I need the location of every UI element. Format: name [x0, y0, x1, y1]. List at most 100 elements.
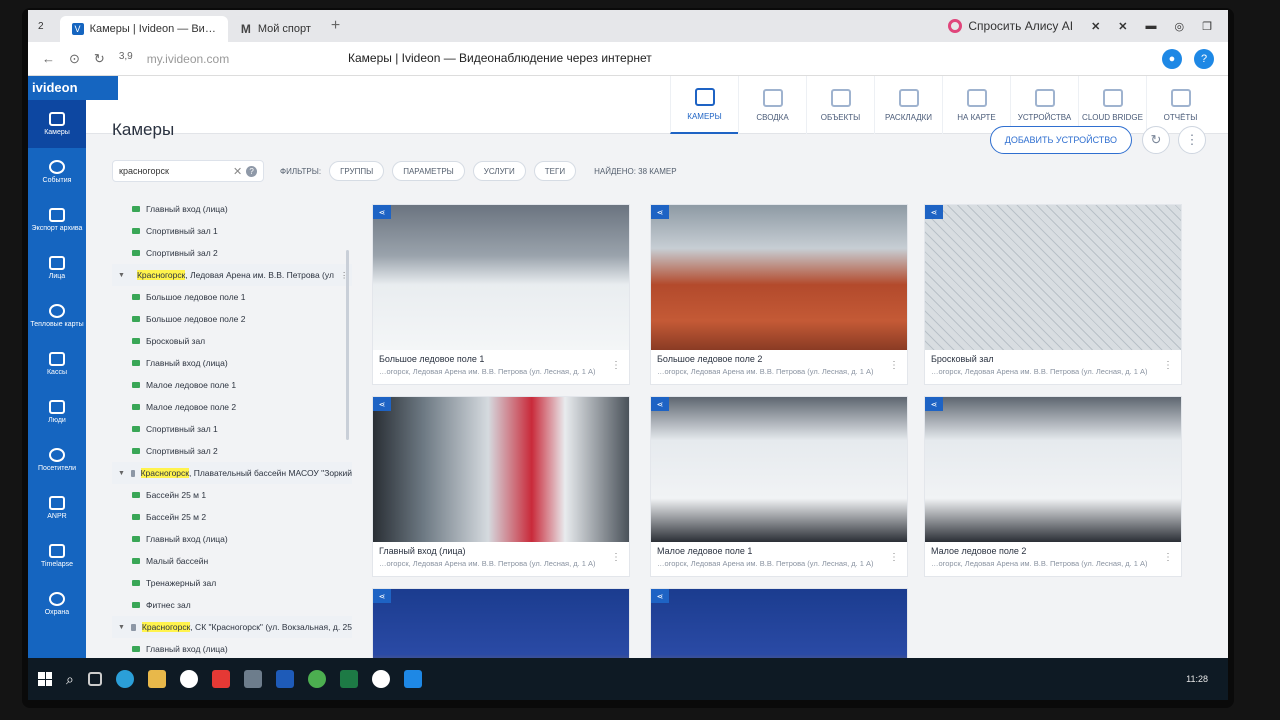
tree-camera-item[interactable]: Спортивный зал 1 — [112, 220, 352, 242]
tree-camera-item[interactable]: Малое ледовое поле 1 — [112, 374, 352, 396]
camera-card[interactable]: ⋖ Большое ледовое поле 1 …огорск, Ледовая … — [372, 204, 630, 385]
camera-thumbnail[interactable]: ⋖ — [925, 397, 1181, 542]
extension-icon[interactable]: ✕ — [1118, 20, 1127, 33]
tab-3[interactable]: ОБЪЕКТЫ — [806, 76, 874, 134]
camera-thumbnail[interactable]: ⋖ — [925, 205, 1181, 350]
alice-button[interactable]: Спросить Алису AI — [948, 19, 1073, 33]
restore-icon[interactable]: ❐ — [1202, 20, 1212, 33]
search-icon[interactable]: ⌕ — [66, 671, 74, 688]
share-icon[interactable]: ⋖ — [373, 589, 391, 603]
tab-count[interactable]: 2 — [38, 21, 44, 32]
tree-folder[interactable]: ▼ Красногорск, Ледовая Арена им. В.В. Пет… — [112, 264, 352, 286]
tree-camera-item[interactable]: Тренажерный зал — [112, 572, 352, 594]
more-icon[interactable]: ⋮ — [1163, 552, 1173, 563]
tab-1[interactable]: КАМЕРЫ — [670, 76, 738, 134]
tree-camera-item[interactable]: Малое ледовое поле 2 — [112, 396, 352, 418]
search-input[interactable] — [119, 166, 229, 176]
word-icon[interactable] — [275, 670, 294, 688]
rail-item-1[interactable]: Камеры — [28, 100, 86, 148]
chrome-icon[interactable] — [307, 670, 326, 688]
extension-icon[interactable]: ✕ — [1091, 20, 1100, 33]
settings-icon[interactable]: ◎ — [1175, 20, 1185, 33]
camera-thumbnail[interactable]: ⋖ — [373, 205, 629, 350]
yandex-browser-icon[interactable] — [371, 670, 390, 688]
rail-item-5[interactable]: Тепловые карты — [28, 292, 86, 340]
chevron-down-icon[interactable]: ▼ — [118, 470, 125, 477]
rating-badge[interactable]: 3,9 — [119, 51, 133, 67]
share-icon[interactable]: ⋖ — [651, 205, 669, 219]
rail-item-8[interactable]: Посетители — [28, 436, 86, 484]
tree-camera-item[interactable]: Спортивный зал 2 — [112, 242, 352, 264]
camera-card[interactable]: ⋖ Малое ледовое поле 1 …огорск, Ледовая Ар… — [650, 396, 908, 577]
filter-chip-params[interactable]: ПАРАМЕТРЫ — [392, 161, 465, 181]
camera-thumbnail[interactable]: ⋖ — [651, 397, 907, 542]
tree-camera-item[interactable]: Фитнес зал — [112, 594, 352, 616]
tree-camera-item[interactable]: Главный вход (лица) — [112, 198, 352, 220]
filter-chip-tags[interactable]: ТЕГИ — [533, 161, 577, 181]
filter-chip-services[interactable]: УСЛУГИ — [472, 161, 526, 181]
new-tab-button[interactable]: + — [331, 17, 340, 35]
app-icon[interactable] — [243, 670, 262, 688]
yandex-browser-icon[interactable] — [179, 670, 198, 688]
ivideon-app-icon[interactable] — [403, 670, 422, 688]
tree-folder[interactable]: ▼ Красногорск, Плавательный бассейн МАСОУ… — [112, 462, 352, 484]
tree-scrollbar[interactable] — [346, 250, 349, 440]
tree-camera-item[interactable]: Спортивный зал 1 — [112, 418, 352, 440]
more-icon[interactable]: ⋮ — [1178, 126, 1206, 154]
more-icon[interactable]: ⋮ — [611, 552, 621, 563]
tree-camera-item[interactable]: Бассейн 25 м 2 — [112, 506, 352, 528]
share-icon[interactable]: ⋖ — [373, 397, 391, 411]
tree-camera-item[interactable]: Главный вход (лица) — [112, 352, 352, 374]
task-view-icon[interactable] — [87, 672, 102, 686]
camera-thumbnail[interactable]: ⋖ — [373, 397, 629, 542]
camera-thumbnail[interactable]: ⋖ — [651, 205, 907, 350]
more-icon[interactable]: ⋮ — [889, 360, 899, 371]
camera-card[interactable]: ⋖ Большое ледовое поле 2 …огорск, Ледовая … — [650, 204, 908, 385]
tree-camera-item[interactable]: Малый бассейн — [112, 550, 352, 572]
tree-camera-item[interactable]: Бросковый зал — [112, 330, 352, 352]
tree-camera-item[interactable]: Главный вход (лица) — [112, 638, 352, 660]
help-button[interactable]: ? — [1194, 48, 1214, 69]
more-icon[interactable]: ⋮ — [1163, 360, 1173, 371]
share-icon[interactable]: ⋖ — [373, 205, 391, 219]
share-icon[interactable]: ⋖ — [651, 589, 669, 603]
share-icon[interactable]: ⋖ — [651, 397, 669, 411]
camera-card[interactable]: ⋖ Малое ледовое поле 2 …огорск, Ледовая Ар… — [924, 396, 1182, 577]
help-icon[interactable]: ? — [246, 165, 257, 177]
url-field[interactable]: my.ivideon.com — [147, 52, 229, 66]
camera-card[interactable]: ⋖ Главный вход (лица) …огорск, Ледовая Аре… — [372, 396, 630, 577]
tab-2[interactable]: СВОДКА — [738, 76, 806, 134]
rail-item-6[interactable]: Кассы — [28, 340, 86, 388]
rail-item-4[interactable]: Лица — [28, 244, 86, 292]
back-icon[interactable]: ← — [42, 51, 55, 67]
more-icon[interactable]: ⋮ — [611, 360, 621, 371]
rail-item-11[interactable]: Охрана — [28, 580, 86, 628]
share-icon[interactable]: ⋖ — [925, 205, 943, 219]
tree-camera-item[interactable]: Бассейн 25 м 1 — [112, 484, 352, 506]
tree-camera-item[interactable]: Большое ледовое поле 1 — [112, 286, 352, 308]
tab-5[interactable]: НА КАРТЕ — [942, 76, 1010, 134]
edge-icon[interactable] — [115, 670, 134, 688]
rail-item-7[interactable]: Люди — [28, 388, 86, 436]
rail-item-3[interactable]: Экспорт архива — [28, 196, 86, 244]
tab-4[interactable]: РАСКЛАДКИ — [874, 76, 942, 134]
minimize-icon[interactable]: ▬ — [1146, 20, 1157, 32]
rail-item-2[interactable]: События — [28, 148, 86, 196]
share-icon[interactable]: ⋖ — [925, 397, 943, 411]
tree-camera-item[interactable]: Большое ледовое поле 2 — [112, 308, 352, 330]
shield-icon[interactable]: ⊙ — [69, 51, 80, 67]
filter-chip-groups[interactable]: ГРУППЫ — [329, 161, 385, 181]
add-device-button[interactable]: ДОБАВИТЬ УСТРОЙСТВО — [989, 126, 1132, 154]
tree-folder[interactable]: ▼ Красногорск, СК "Красногорск" (ул. Вокз… — [112, 616, 352, 638]
refresh-icon[interactable]: ↻ — [1142, 126, 1170, 154]
notifications-icon[interactable]: ● — [1162, 48, 1182, 69]
clear-icon[interactable]: ✕ — [233, 165, 242, 178]
chevron-down-icon[interactable]: ▼ — [118, 272, 125, 279]
reload-icon[interactable]: ↻ — [94, 51, 105, 67]
chevron-down-icon[interactable]: ▼ — [118, 624, 125, 631]
tree-camera-item[interactable]: Главный вход (лица) — [112, 528, 352, 550]
windows-start-icon[interactable] — [38, 672, 52, 686]
tab-sport[interactable]: M Мой спорт — [228, 16, 323, 42]
explorer-icon[interactable] — [147, 670, 166, 688]
rail-item-9[interactable]: ANPR — [28, 484, 86, 532]
